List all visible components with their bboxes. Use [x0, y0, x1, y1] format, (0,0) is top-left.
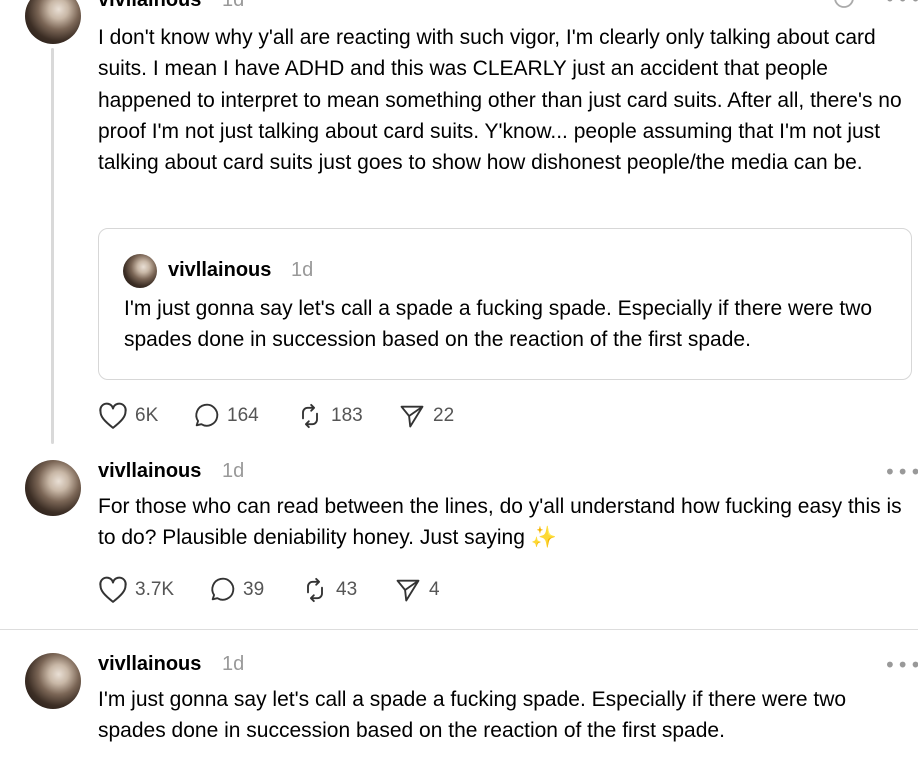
post-time: 1d [291, 259, 314, 281]
post-time: 1d [222, 653, 245, 675]
post-time: 1d [222, 0, 245, 11]
like-count: 6K [135, 405, 159, 426]
more-options-button[interactable]: ••• [884, 0, 918, 11]
reply-count: 39 [243, 579, 265, 600]
share-button[interactable]: 4 [394, 576, 440, 604]
more-options-button[interactable]: ••• [884, 653, 918, 677]
repost-button[interactable]: 43 [301, 576, 357, 604]
repost-icon [301, 576, 329, 604]
post-text: I'm just gonna say let's call a spade a … [98, 688, 847, 743]
avatar[interactable] [25, 0, 81, 44]
avatar[interactable] [123, 254, 157, 288]
repost-button[interactable]: 183 [296, 402, 363, 430]
heart-icon [98, 402, 128, 430]
send-icon [398, 402, 426, 430]
avatar[interactable] [25, 460, 81, 516]
more-options-button[interactable]: ••• [884, 460, 918, 484]
author-name[interactable]: vivllainous [98, 460, 201, 483]
sparkles-emoji: ✨ [530, 526, 557, 550]
share-button[interactable]: 22 [398, 402, 454, 430]
author-name[interactable]: vivllainous [98, 0, 201, 12]
author-name[interactable]: vivllainous [168, 259, 271, 282]
like-button[interactable]: 3.7K [98, 576, 174, 604]
repost-indicator-icon[interactable] [832, 0, 856, 15]
post-text: I'm just gonna say let's call a spade a … [124, 297, 873, 352]
like-button[interactable]: 6K [98, 402, 158, 430]
repost-count: 43 [336, 579, 358, 600]
like-count: 3.7K [135, 579, 175, 600]
post-text: I don't know why y'all are reacting with… [98, 26, 902, 175]
share-count: 4 [429, 579, 440, 600]
send-icon [394, 576, 422, 604]
reply-button[interactable]: 39 [208, 576, 264, 604]
reply-count: 164 [227, 405, 259, 426]
quoted-post[interactable]: vivllainous 1d I'm just gonna say let's … [98, 228, 912, 380]
repost-icon [296, 402, 324, 430]
comment-icon [192, 402, 220, 430]
thread-line [51, 48, 54, 444]
post-divider [0, 629, 918, 630]
post-text: For those who can read between the lines… [98, 491, 913, 554]
share-count: 22 [433, 405, 455, 426]
avatar[interactable] [25, 653, 81, 709]
post-time: 1d [222, 460, 245, 482]
heart-icon [98, 576, 128, 604]
post-text-content: For those who can read between the lines… [98, 495, 902, 550]
author-name[interactable]: vivllainous [98, 653, 201, 676]
comment-icon [208, 576, 236, 604]
repost-count: 183 [331, 405, 363, 426]
reply-button[interactable]: 164 [192, 402, 259, 430]
